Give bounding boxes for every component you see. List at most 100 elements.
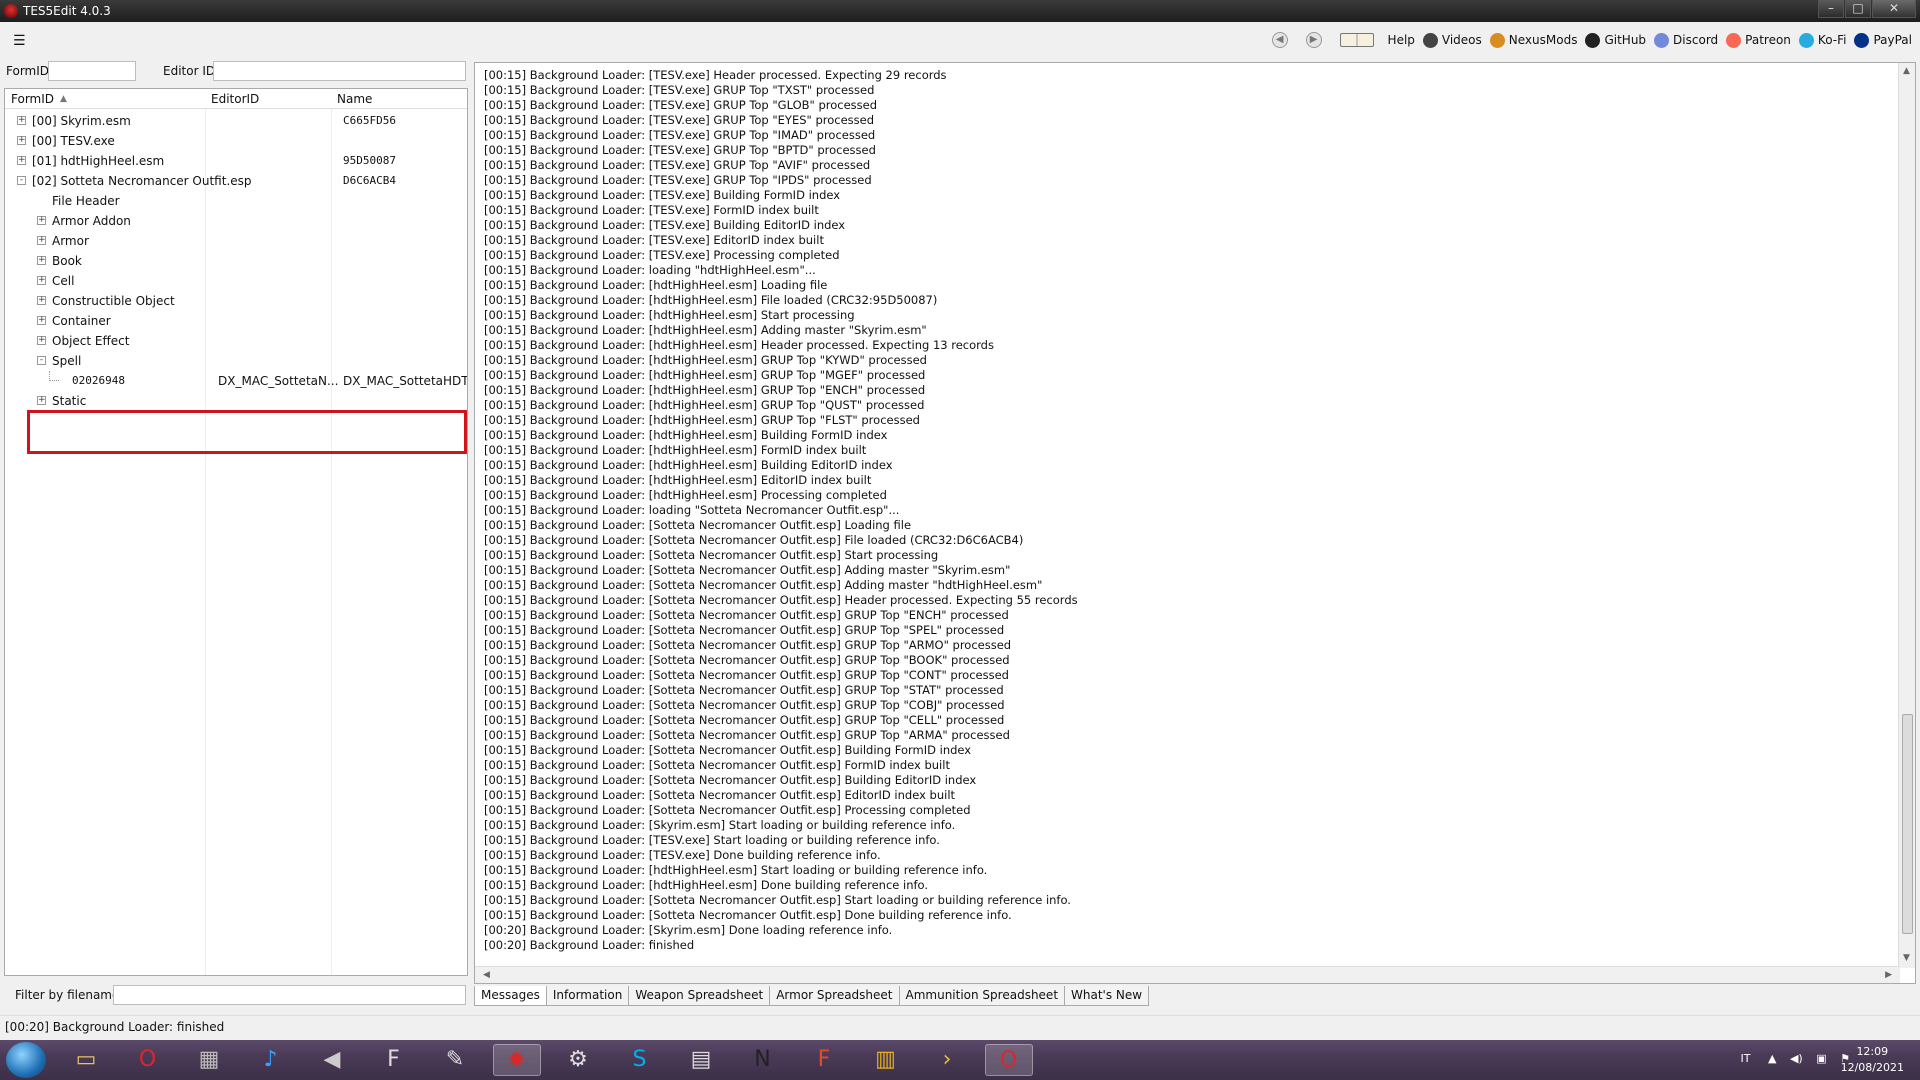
file-explorer-icon[interactable]: ▭ [62, 1044, 110, 1076]
link-videos[interactable]: Videos [1422, 32, 1482, 48]
message-line: [00:15] Background Loader: [Sotteta Necr… [484, 713, 1005, 727]
tree-row[interactable]: + [01] hdtHighHeel.esm 95D50087 [5, 151, 467, 171]
link-patreon[interactable]: Patreon [1726, 32, 1791, 48]
tab-weapon-spreadsheet[interactable]: Weapon Spreadsheet [628, 986, 771, 1006]
column-editorid[interactable]: EditorID [211, 92, 259, 106]
network-icon[interactable]: ▣ [1816, 1052, 1826, 1065]
nmm-icon[interactable]: N [739, 1044, 787, 1076]
tab-what-s-new[interactable]: What's New [1064, 986, 1150, 1006]
volume-icon[interactable]: ◀) [1790, 1052, 1803, 1065]
skype-icon[interactable]: S [616, 1044, 664, 1076]
link-discord[interactable]: Discord [1654, 32, 1718, 48]
editorid-filter-input[interactable] [213, 61, 466, 81]
filename-filter-input[interactable] [113, 985, 466, 1005]
tab-armor-spreadsheet[interactable]: Armor Spreadsheet [769, 986, 900, 1006]
window-icon[interactable]: ▤ [677, 1044, 725, 1076]
expand-icon[interactable]: + [17, 136, 26, 145]
tree-row[interactable]: + Static [5, 391, 467, 411]
record-tree[interactable]: FormID ▲ EditorID Name + [00] Skyrim.esm C… [4, 88, 468, 976]
tree-row[interactable]: + Armor Addon [5, 211, 467, 231]
horizontal-scrollbar[interactable]: ◀ ▶ [475, 966, 1900, 983]
minimize-button[interactable]: – [1818, 0, 1844, 18]
tes5edit-app-icon [4, 4, 18, 18]
expand-icon[interactable]: + [17, 156, 26, 165]
scroll-right-icon[interactable]: ▶ [1885, 970, 1892, 980]
expand-icon[interactable]: + [37, 216, 46, 225]
expand-icon[interactable]: + [17, 116, 26, 125]
f-app-icon[interactable]: F [800, 1044, 848, 1076]
id-filter-row: FormID Editor ID [0, 60, 470, 84]
tree-row[interactable]: + Armor [5, 231, 467, 251]
link-ko-fi[interactable]: Ko-Fi [1798, 32, 1846, 48]
tab-messages[interactable]: Messages [474, 986, 547, 1006]
back-icon[interactable]: ◀ [1271, 32, 1288, 48]
close-button[interactable]: ✕ [1872, 0, 1916, 18]
arrow-app-icon[interactable]: › [923, 1044, 971, 1076]
forward-icon[interactable]: ▶ [1305, 32, 1322, 48]
tree-header: FormID ▲ EditorID Name [5, 89, 467, 109]
link-github[interactable]: GitHub [1585, 32, 1646, 48]
paypal-icon [1854, 32, 1870, 48]
opera-icon[interactable]: O [124, 1044, 172, 1076]
formid-filter-input[interactable] [48, 61, 136, 81]
expand-icon[interactable]: + [37, 396, 46, 405]
scroll-left-icon[interactable]: ◀ [483, 970, 490, 980]
ffdec-icon[interactable]: F [370, 1044, 418, 1076]
link-nexusmods[interactable]: NexusMods [1489, 32, 1577, 48]
messages-panel[interactable]: [00:15] Background Loader: [TESV.exe] He… [474, 62, 1916, 984]
utility-icon[interactable]: ⚙ [554, 1044, 602, 1076]
tree-row[interactable]: - Spell [5, 351, 467, 371]
tree-row[interactable]: + Container [5, 311, 467, 331]
taskbar: ▭ O ▦ ♪ ◀ F ✎ ✹ ⚙ S ▤ N F ▥ › O IT ▲ ◀) ▣ ⚑ 12:09 12/08… [0, 1040, 1920, 1080]
expand-icon[interactable]: + [37, 336, 46, 345]
media-center-icon[interactable]: ▦ [185, 1044, 233, 1076]
language-indicator[interactable]: IT [1741, 1052, 1751, 1065]
expand-icon[interactable]: + [37, 296, 46, 305]
tree-row[interactable]: + Book [5, 251, 467, 271]
tree-row-label: [01] hdtHighHeel.esm [32, 154, 165, 168]
help-book-icon[interactable] [1339, 33, 1374, 47]
link-help[interactable]: Help [1388, 33, 1415, 47]
scroll-thumb[interactable] [1902, 714, 1913, 934]
tree-row[interactable]: 02026948 DX_MAC_SottetaN... DX_MAC_Sotteta… [5, 371, 467, 391]
scroll-up-icon[interactable]: ▲ [1903, 66, 1910, 76]
tree-row[interactable]: + [00] TESV.exe [5, 131, 467, 151]
expand-icon[interactable]: + [37, 256, 46, 265]
message-line: [00:15] Background Loader: [hdtHighHeel.… [484, 338, 994, 352]
tray-expand-icon[interactable]: ▲ [1768, 1052, 1776, 1065]
message-line: [00:15] Background Loader: [Sotteta Necr… [484, 593, 1078, 607]
calendar-app-icon[interactable]: ▥ [862, 1044, 910, 1076]
message-line: [00:15] Background Loader: [hdtHighHeel.… [484, 353, 927, 367]
message-line: [00:20] Background Loader: finished [484, 938, 695, 952]
tree-row[interactable]: + [00] Skyrim.esm C665FD56 [5, 111, 467, 131]
tree-row[interactable]: + Object Effect [5, 331, 467, 351]
opera-active-icon[interactable]: O [984, 1044, 1033, 1076]
collapse-icon[interactable]: - [37, 356, 46, 365]
tree-row[interactable]: + Constructible Object [5, 291, 467, 311]
expand-icon[interactable]: + [37, 316, 46, 325]
clock[interactable]: 12:09 12/08/2021 [1841, 1044, 1904, 1076]
maximize-button[interactable]: □ [1845, 0, 1871, 18]
link-paypal[interactable]: PayPal [1854, 32, 1912, 48]
tab-information[interactable]: Information [545, 986, 630, 1006]
start-button-icon[interactable] [6, 1042, 46, 1078]
tree-row[interactable]: File Header [5, 191, 467, 211]
volume-app-icon[interactable]: ◀ [308, 1044, 356, 1076]
column-formid[interactable]: FormID [11, 92, 54, 106]
message-line: [00:15] Background Loader: [Sotteta Necr… [484, 698, 1005, 712]
tab-ammunition-spreadsheet[interactable]: Ammunition Spreadsheet [898, 986, 1066, 1006]
collapse-icon[interactable]: - [17, 176, 26, 185]
scroll-down-icon[interactable]: ▼ [1903, 953, 1910, 963]
vertical-scrollbar[interactable]: ▲ ▼ [1898, 63, 1915, 968]
tes5edit-taskbar-icon[interactable]: ✹ [492, 1044, 541, 1076]
message-line: [00:15] Background Loader: [TESV.exe] GR… [484, 173, 872, 187]
expand-icon[interactable]: + [37, 236, 46, 245]
main-menu-icon[interactable]: ☰ [13, 34, 26, 48]
tree-row[interactable]: - [02] Sotteta Necromancer Outfit.esp D6C6… [5, 171, 467, 191]
column-name[interactable]: Name [337, 92, 372, 106]
tree-row[interactable]: + Cell [5, 271, 467, 291]
expand-icon[interactable]: + [37, 276, 46, 285]
music-app-icon[interactable]: ♪ [247, 1044, 295, 1076]
tree-row-label: File Header [52, 194, 120, 208]
pen-tool-icon[interactable]: ✎ [431, 1044, 479, 1076]
